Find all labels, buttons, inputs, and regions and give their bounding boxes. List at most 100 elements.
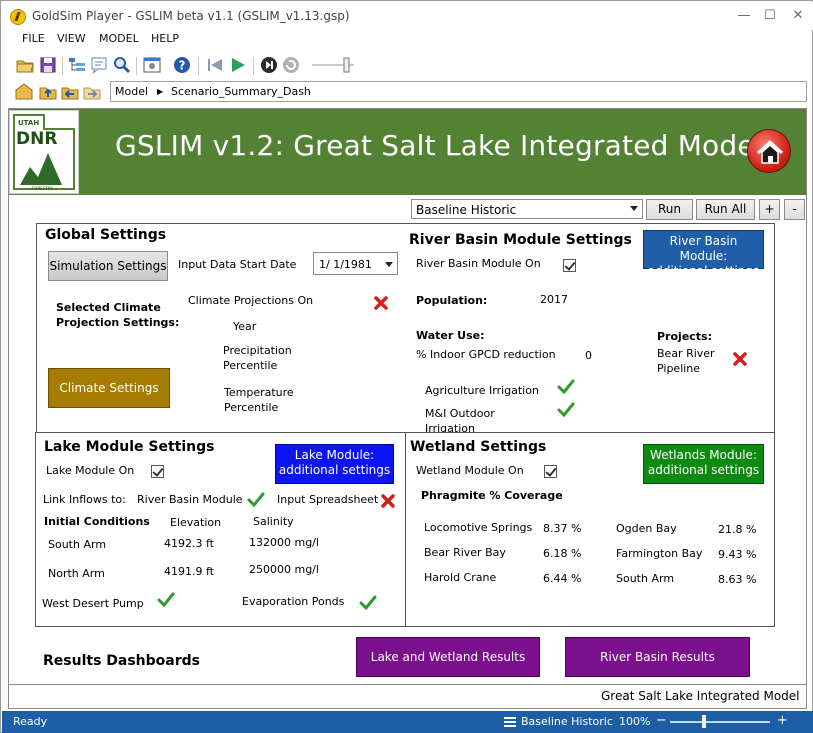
wetland-panel: Wetland Settings Wetlands Module: additi…	[405, 432, 775, 627]
lake-module-additional-button[interactable]: Lake Module: additional settings	[275, 444, 394, 484]
toolbar-separator	[198, 57, 199, 75]
tree-view-icon[interactable]	[67, 55, 87, 75]
wetland-module-on-label: Wetland Module On	[416, 464, 524, 477]
west-desert-pump-label: West Desert Pump	[42, 597, 144, 610]
harold-crane-value: 6.44 %	[543, 572, 582, 585]
precipitation-percentile-label: Precipitation Percentile	[223, 344, 292, 372]
up-level-icon[interactable]	[38, 82, 58, 102]
title-bar: GoldSim Player - GSLIM beta v1.1 (GSLIM_…	[2, 2, 813, 30]
help-icon[interactable]: ?	[172, 55, 192, 75]
menu-file[interactable]: FILE	[22, 32, 45, 45]
breadcrumb-root[interactable]: Model	[115, 85, 148, 98]
lake-wetland-results-button[interactable]: Lake and Wetland Results	[356, 637, 540, 677]
south-arm-wetland-value: 8.63 %	[718, 573, 757, 586]
year-label: Year	[233, 320, 257, 333]
river-basin-title: River Basin Module Settings	[409, 232, 632, 248]
step-icon[interactable]	[259, 55, 279, 75]
add-scenario-button[interactable]: +	[759, 199, 780, 220]
zoom-in-button[interactable]: +	[777, 713, 788, 728]
status-scenario[interactable]: Baseline Historic	[521, 715, 613, 728]
lake-module-panel: Lake Module Settings Lake Module: additi…	[35, 432, 406, 627]
window-title: GoldSim Player - GSLIM beta v1.1 (GSLIM_…	[32, 9, 350, 23]
river-basin-link-check-icon	[247, 492, 265, 508]
climate-projections-on-label: Climate Projections On	[188, 294, 314, 307]
save-icon[interactable]	[38, 55, 58, 75]
zoom-slider-thumb[interactable]	[702, 715, 706, 728]
start-date-picker[interactable]: 1/ 1/1981	[313, 252, 398, 275]
elevation-header: Elevation	[170, 516, 222, 529]
river-basin-module-link-label: River Basin Module	[137, 493, 243, 506]
run-all-button[interactable]: Run All	[696, 199, 755, 220]
ogden-bay-value: 21.8 %	[718, 523, 757, 536]
play-icon[interactable]	[228, 55, 248, 75]
lake-module-on-label: Lake Module On	[46, 464, 135, 477]
chevron-down-icon	[630, 206, 638, 211]
remove-scenario-button[interactable]: -	[784, 199, 805, 220]
toolbar-separator	[62, 57, 63, 75]
temperature-percentile-label: Temperature Percentile	[224, 386, 294, 414]
reset-icon[interactable]	[281, 55, 301, 75]
close-button[interactable]: ✕	[784, 7, 812, 25]
home-nav-icon[interactable]	[14, 82, 34, 102]
menu-view[interactable]: VIEW	[57, 32, 86, 45]
indoor-gpcd-label: % Indoor GPCD reduction	[416, 348, 556, 361]
back-icon[interactable]	[60, 82, 80, 102]
run-button[interactable]: Run	[646, 199, 693, 220]
search-icon[interactable]	[112, 55, 132, 75]
breadcrumb-separator-icon: ▶	[157, 87, 164, 96]
home-button[interactable]	[747, 129, 791, 173]
notes-icon[interactable]	[89, 55, 109, 75]
minimize-button[interactable]: —	[730, 7, 758, 25]
south-arm-wetland-label: South Arm	[616, 572, 675, 585]
start-date-label: Input Data Start Date	[178, 258, 297, 271]
wetland-module-on-checkbox[interactable]	[544, 465, 557, 478]
logo-sub-text: FORESTRY	[32, 186, 53, 191]
north-arm-salinity: 250000 mg/l	[249, 563, 319, 576]
input-spreadsheet-label: Input Spreadsheet	[277, 493, 379, 506]
river-basin-on-label: River Basin Module On	[416, 257, 541, 270]
scenario-select[interactable]: Baseline Historic	[411, 199, 643, 219]
mi-outdoor-irrigation-label: Irrigation	[425, 422, 475, 432]
scenario-select-value: Baseline Historic	[416, 203, 517, 217]
climate-settings-button[interactable]: Climate Settings	[48, 368, 170, 408]
river-basin-panel: River Basin Module Settings River Basin …	[407, 223, 775, 435]
wetlands-additional-button[interactable]: Wetlands Module: additional settings	[643, 444, 764, 484]
link-inflows-label: Link Inflows to:	[43, 493, 126, 506]
zoom-slider[interactable]	[670, 721, 770, 723]
menu-bar: FILE VIEW MODEL HELP	[2, 30, 813, 50]
harold-crane-label: Harold Crane	[424, 571, 497, 584]
mi-outdoor-check-icon	[557, 402, 575, 418]
logo-utah-text: UTAH	[18, 119, 40, 127]
menu-help[interactable]: HELP	[151, 32, 179, 45]
settings-icon[interactable]	[142, 55, 162, 75]
maximize-button[interactable]: ☐	[756, 7, 784, 25]
mi-outdoor-label: M&I Outdoor	[425, 407, 495, 420]
footer-divider	[8, 684, 807, 685]
forward-icon[interactable]	[82, 82, 102, 102]
south-arm-row-label: South Arm	[48, 538, 107, 551]
global-settings-title: Global Settings	[45, 227, 167, 243]
agriculture-irrigation-check-icon	[557, 379, 575, 395]
river-basin-on-checkbox[interactable]	[563, 259, 576, 272]
toolbar-separator	[136, 57, 137, 75]
farmington-bay-value: 9.43 %	[718, 548, 757, 561]
south-arm-salinity: 132000 mg/l	[249, 536, 319, 549]
open-folder-icon[interactable]	[15, 55, 35, 75]
start-date-value: 1/ 1/1981	[319, 258, 372, 271]
zoom-out-button[interactable]: −	[656, 713, 667, 728]
breadcrumb-current[interactable]: Scenario_Summary_Dash	[171, 85, 311, 98]
river-basin-additional-button[interactable]: River Basin Module: additional settings	[643, 230, 764, 278]
simulation-settings-button[interactable]: Simulation Settings	[48, 251, 168, 281]
header-banner: UTAH DNR FORESTRY GSLIM v1.2: Great Salt…	[9, 109, 806, 195]
rewind-icon[interactable]	[205, 55, 225, 75]
menu-model[interactable]: MODEL	[99, 32, 139, 45]
climate-projections-off-x-icon	[374, 296, 388, 310]
evaporation-ponds-label: Evaporation Ponds	[242, 595, 345, 608]
chevron-down-icon	[385, 262, 393, 267]
scenario-list-icon	[504, 717, 516, 727]
river-basin-results-button[interactable]: River Basin Results	[565, 637, 750, 677]
lake-module-on-checkbox[interactable]	[151, 465, 164, 478]
evaporation-ponds-check-icon	[359, 595, 377, 611]
global-settings-panel: Global Settings Simulation Settings Inpu…	[36, 223, 410, 435]
speed-slider[interactable]	[310, 55, 356, 75]
